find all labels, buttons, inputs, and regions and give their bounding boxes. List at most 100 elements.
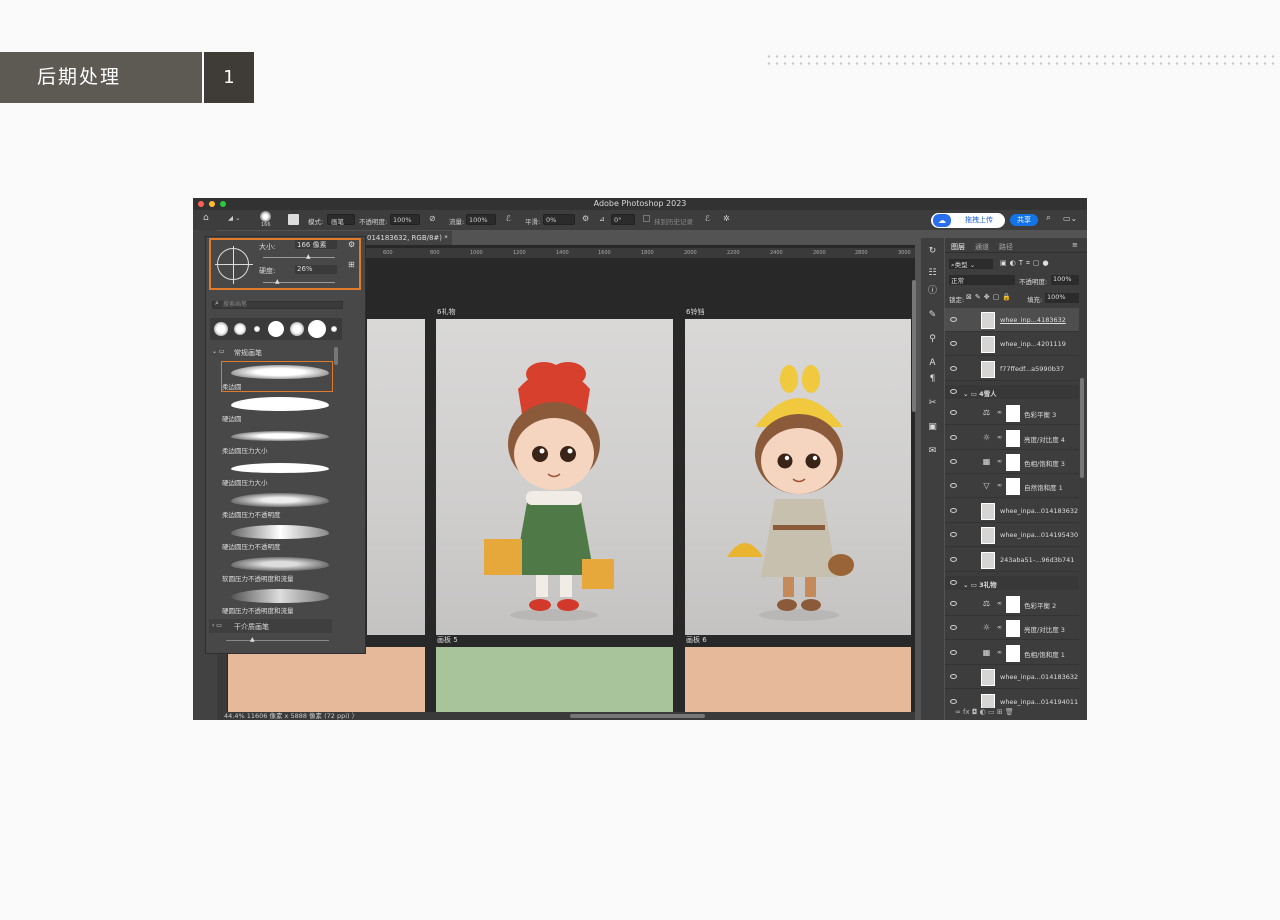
layer-mask-thumbnail[interactable]	[1006, 405, 1020, 423]
eye-icon[interactable]	[950, 601, 957, 606]
brush-soft-round-pressure-size[interactable]: 柔边圆压力大小	[221, 427, 331, 458]
layer-footer-actions[interactable]: ∞ fx ◘ ◐ ▭ ⊞ 🗑	[955, 708, 1075, 718]
erase-history-checkbox[interactable]	[643, 215, 650, 222]
brush-hard-round-opacity-flow[interactable]: 硬圆压力不透明度和流量	[221, 587, 331, 618]
layer-row[interactable]: ▦ ∞ 色相/饱和度 3	[945, 450, 1079, 474]
layer-row[interactable]: whee_inp...4183632	[945, 308, 1079, 332]
gear-icon[interactable]: ⚙	[582, 214, 589, 223]
brush-hard-round[interactable]: 硬边圆	[221, 395, 331, 426]
eye-icon[interactable]	[950, 389, 957, 395]
recent-brush-preset[interactable]	[290, 322, 304, 336]
eye-icon[interactable]	[950, 649, 957, 655]
layer-thumbnail[interactable]	[981, 527, 995, 545]
vertical-scrollbar[interactable]	[912, 280, 916, 412]
recent-brush-preset[interactable]	[234, 323, 246, 335]
smoothing-input[interactable]: 0%	[543, 214, 575, 225]
minimize-window-button[interactable]	[209, 201, 215, 207]
eye-icon[interactable]	[950, 507, 957, 513]
preview-size-handle[interactable]: ▲	[250, 636, 255, 643]
panel-menu-icon[interactable]: ≡	[1072, 241, 1078, 249]
layer-thumbnail[interactable]	[981, 693, 995, 708]
recent-brush-preset[interactable]	[254, 326, 260, 332]
horizontal-scrollbar[interactable]	[570, 714, 705, 718]
layer-row[interactable]: f77ffedf...a5990b37	[945, 357, 1079, 381]
eye-icon[interactable]	[950, 410, 957, 416]
angle-input[interactable]: 0°	[611, 214, 635, 225]
brush-panel-toggle-icon[interactable]	[288, 214, 299, 225]
layers-scrollbar[interactable]	[1080, 378, 1084, 478]
brush-settings-icon[interactable]: ✎	[927, 310, 938, 321]
brush-search-input[interactable]: 搜索画笔	[212, 301, 343, 309]
layer-row[interactable]: ⚖ ∞ 色彩平衡 3	[945, 401, 1079, 426]
layer-row[interactable]: ☼ ∞ 亮度/对比度 4	[945, 426, 1079, 450]
tool-presets-icon[interactable]: ✂	[927, 398, 938, 409]
brush-list-scrollbar[interactable]	[334, 347, 338, 365]
size-slider-handle[interactable]: ▲	[306, 253, 311, 260]
symmetry-icon[interactable]: ✲	[723, 214, 730, 223]
layer-row[interactable]: whee_inpa...014183632	[945, 665, 1079, 690]
layer-row[interactable]: ⚖ ∞ 色彩平衡 2	[945, 592, 1079, 616]
pressure-size-icon[interactable]: ℰ	[705, 214, 710, 223]
share-button[interactable]: 共享	[1010, 214, 1038, 226]
layer-row[interactable]: whee_inpa...014194011	[945, 690, 1079, 708]
size-slider[interactable]	[263, 257, 335, 258]
info-icon[interactable]: ⓘ	[927, 286, 938, 297]
layer-mask-thumbnail[interactable]	[1006, 454, 1020, 471]
size-value-input[interactable]: 166 像素	[295, 240, 337, 249]
blend-mode-select[interactable]: 正常	[949, 275, 1015, 285]
brush-angle-dial[interactable]	[215, 246, 253, 284]
search-icon[interactable]: ⌕	[1046, 213, 1051, 223]
layer-filter-select[interactable]: ⌕类型 ⌄	[949, 259, 993, 269]
eye-icon[interactable]	[950, 580, 957, 585]
layer-thumbnail[interactable]	[981, 502, 995, 520]
eye-icon[interactable]	[950, 556, 957, 562]
brush-hard-round-pressure-opacity[interactable]: 硬边圆压力不透明度	[221, 523, 331, 554]
layer-opacity-input[interactable]: 100%	[1051, 275, 1079, 285]
layer-mask-thumbnail[interactable]	[1006, 644, 1020, 662]
eye-icon[interactable]	[950, 625, 957, 631]
hardness-value-input[interactable]: 26%	[295, 265, 337, 274]
home-icon[interactable]: ⌂	[203, 213, 209, 223]
recent-brush-preset[interactable]	[308, 320, 326, 338]
character-icon[interactable]: A	[927, 358, 938, 369]
close-window-button[interactable]	[198, 201, 204, 207]
brush-preset-icon[interactable]	[260, 211, 271, 222]
fill-input[interactable]: 100%	[1045, 293, 1079, 303]
flow-input[interactable]: 100%	[466, 214, 496, 225]
hardness-slider[interactable]	[263, 282, 335, 283]
layer-group[interactable]: ⌄ ▭ 4雪人	[945, 385, 1079, 400]
eye-icon[interactable]	[950, 483, 957, 489]
recent-brush-preset[interactable]	[268, 321, 284, 337]
tab-channels[interactable]: 通道	[975, 242, 989, 252]
layer-row[interactable]: ▽ ∞ 自然饱和度 1	[945, 474, 1079, 499]
lock-icons[interactable]: ⊠✎✥▢🔒	[966, 293, 1014, 301]
layer-mask-thumbnail[interactable]	[1006, 596, 1020, 613]
general-brushes-group[interactable]: 常规画笔	[234, 348, 262, 358]
eraser-tool-icon[interactable]: ◢ ⌄	[228, 214, 241, 222]
maximize-window-button[interactable]	[220, 201, 226, 207]
tab-layers[interactable]: 图层	[951, 242, 965, 252]
layer-thumbnail[interactable]	[981, 669, 995, 687]
pressure-opacity-icon[interactable]: ⊘	[429, 214, 436, 223]
brush-hard-round-pressure-size[interactable]: 硬边圆压力大小	[221, 459, 331, 490]
layer-thumbnail[interactable]	[981, 360, 995, 378]
layer-thumbnail[interactable]	[981, 551, 995, 569]
preview-size-slider[interactable]	[226, 640, 329, 641]
paragraph-icon[interactable]: ¶	[927, 374, 938, 385]
eye-icon[interactable]	[950, 459, 957, 464]
opacity-input[interactable]: 100%	[390, 214, 420, 225]
recent-brush-preset[interactable]	[331, 326, 337, 332]
comments-icon[interactable]: ✉	[927, 446, 938, 457]
new-preset-icon[interactable]: ⊞	[348, 260, 355, 269]
eye-icon[interactable]	[950, 698, 957, 704]
libraries-icon[interactable]: ▣	[927, 422, 938, 433]
layer-mask-thumbnail[interactable]	[1006, 478, 1020, 496]
layer-row[interactable]: whee_inpa...014183632	[945, 499, 1079, 523]
layer-mask-thumbnail[interactable]	[1006, 620, 1020, 638]
recent-brush-preset[interactable]	[214, 322, 228, 336]
tab-paths[interactable]: 路径	[999, 242, 1013, 252]
history-icon[interactable]: ↻	[927, 246, 938, 257]
eye-icon[interactable]	[950, 674, 957, 680]
airbrush-icon[interactable]: ℰ	[506, 214, 511, 223]
layer-mask-thumbnail[interactable]	[1006, 429, 1020, 447]
